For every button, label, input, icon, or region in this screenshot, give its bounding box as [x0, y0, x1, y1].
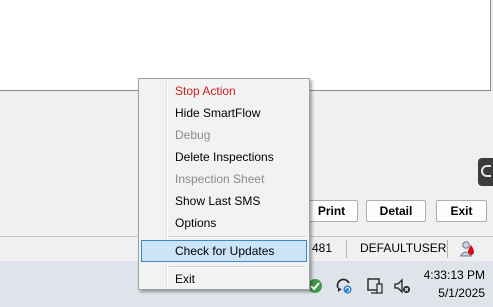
clock-time[interactable]: 4:33:13 PM: [424, 268, 485, 282]
menu-item-delete-inspections[interactable]: Delete Inspections: [141, 146, 307, 168]
clock-date[interactable]: 5/1/2025: [438, 286, 485, 300]
user-status-icon: [459, 241, 474, 257]
menu-separator: [169, 236, 305, 238]
exit-button[interactable]: Exit: [436, 200, 487, 222]
menu-item-inspection-sheet[interactable]: Inspection Sheet: [141, 168, 307, 190]
status-divider: [447, 240, 448, 258]
menu-item-stop-action[interactable]: Stop Action: [141, 80, 307, 102]
print-button[interactable]: Print: [305, 200, 358, 222]
status-number: 481: [312, 241, 333, 255]
menu-item-show-last-sms[interactable]: Show Last SMS: [141, 190, 307, 212]
sync-icon[interactable]: [335, 277, 353, 295]
volume-muted-icon[interactable]: [393, 277, 411, 295]
menu-item-check-for-updates[interactable]: Check for Updates: [141, 240, 307, 262]
menu-item-options[interactable]: Options: [141, 212, 307, 234]
status-user: DEFAULTUSER: [360, 241, 447, 255]
status-divider: [346, 240, 347, 258]
detail-button[interactable]: Detail: [366, 200, 426, 222]
menu-item-hide-smartflow[interactable]: Hide SmartFlow: [141, 102, 307, 124]
side-tab-handle[interactable]: [478, 158, 493, 186]
menu-item-exit[interactable]: Exit: [141, 268, 307, 290]
menu-item-debug[interactable]: Debug: [141, 124, 307, 146]
side-tab-icon: [481, 165, 491, 177]
tray-context-menu: Stop Action Hide SmartFlow Debug Delete …: [138, 78, 310, 290]
screen: Print Detail Exit 481 DEFAULTUSER 4:33:1…: [0, 0, 493, 307]
network-icon[interactable]: [366, 277, 384, 295]
